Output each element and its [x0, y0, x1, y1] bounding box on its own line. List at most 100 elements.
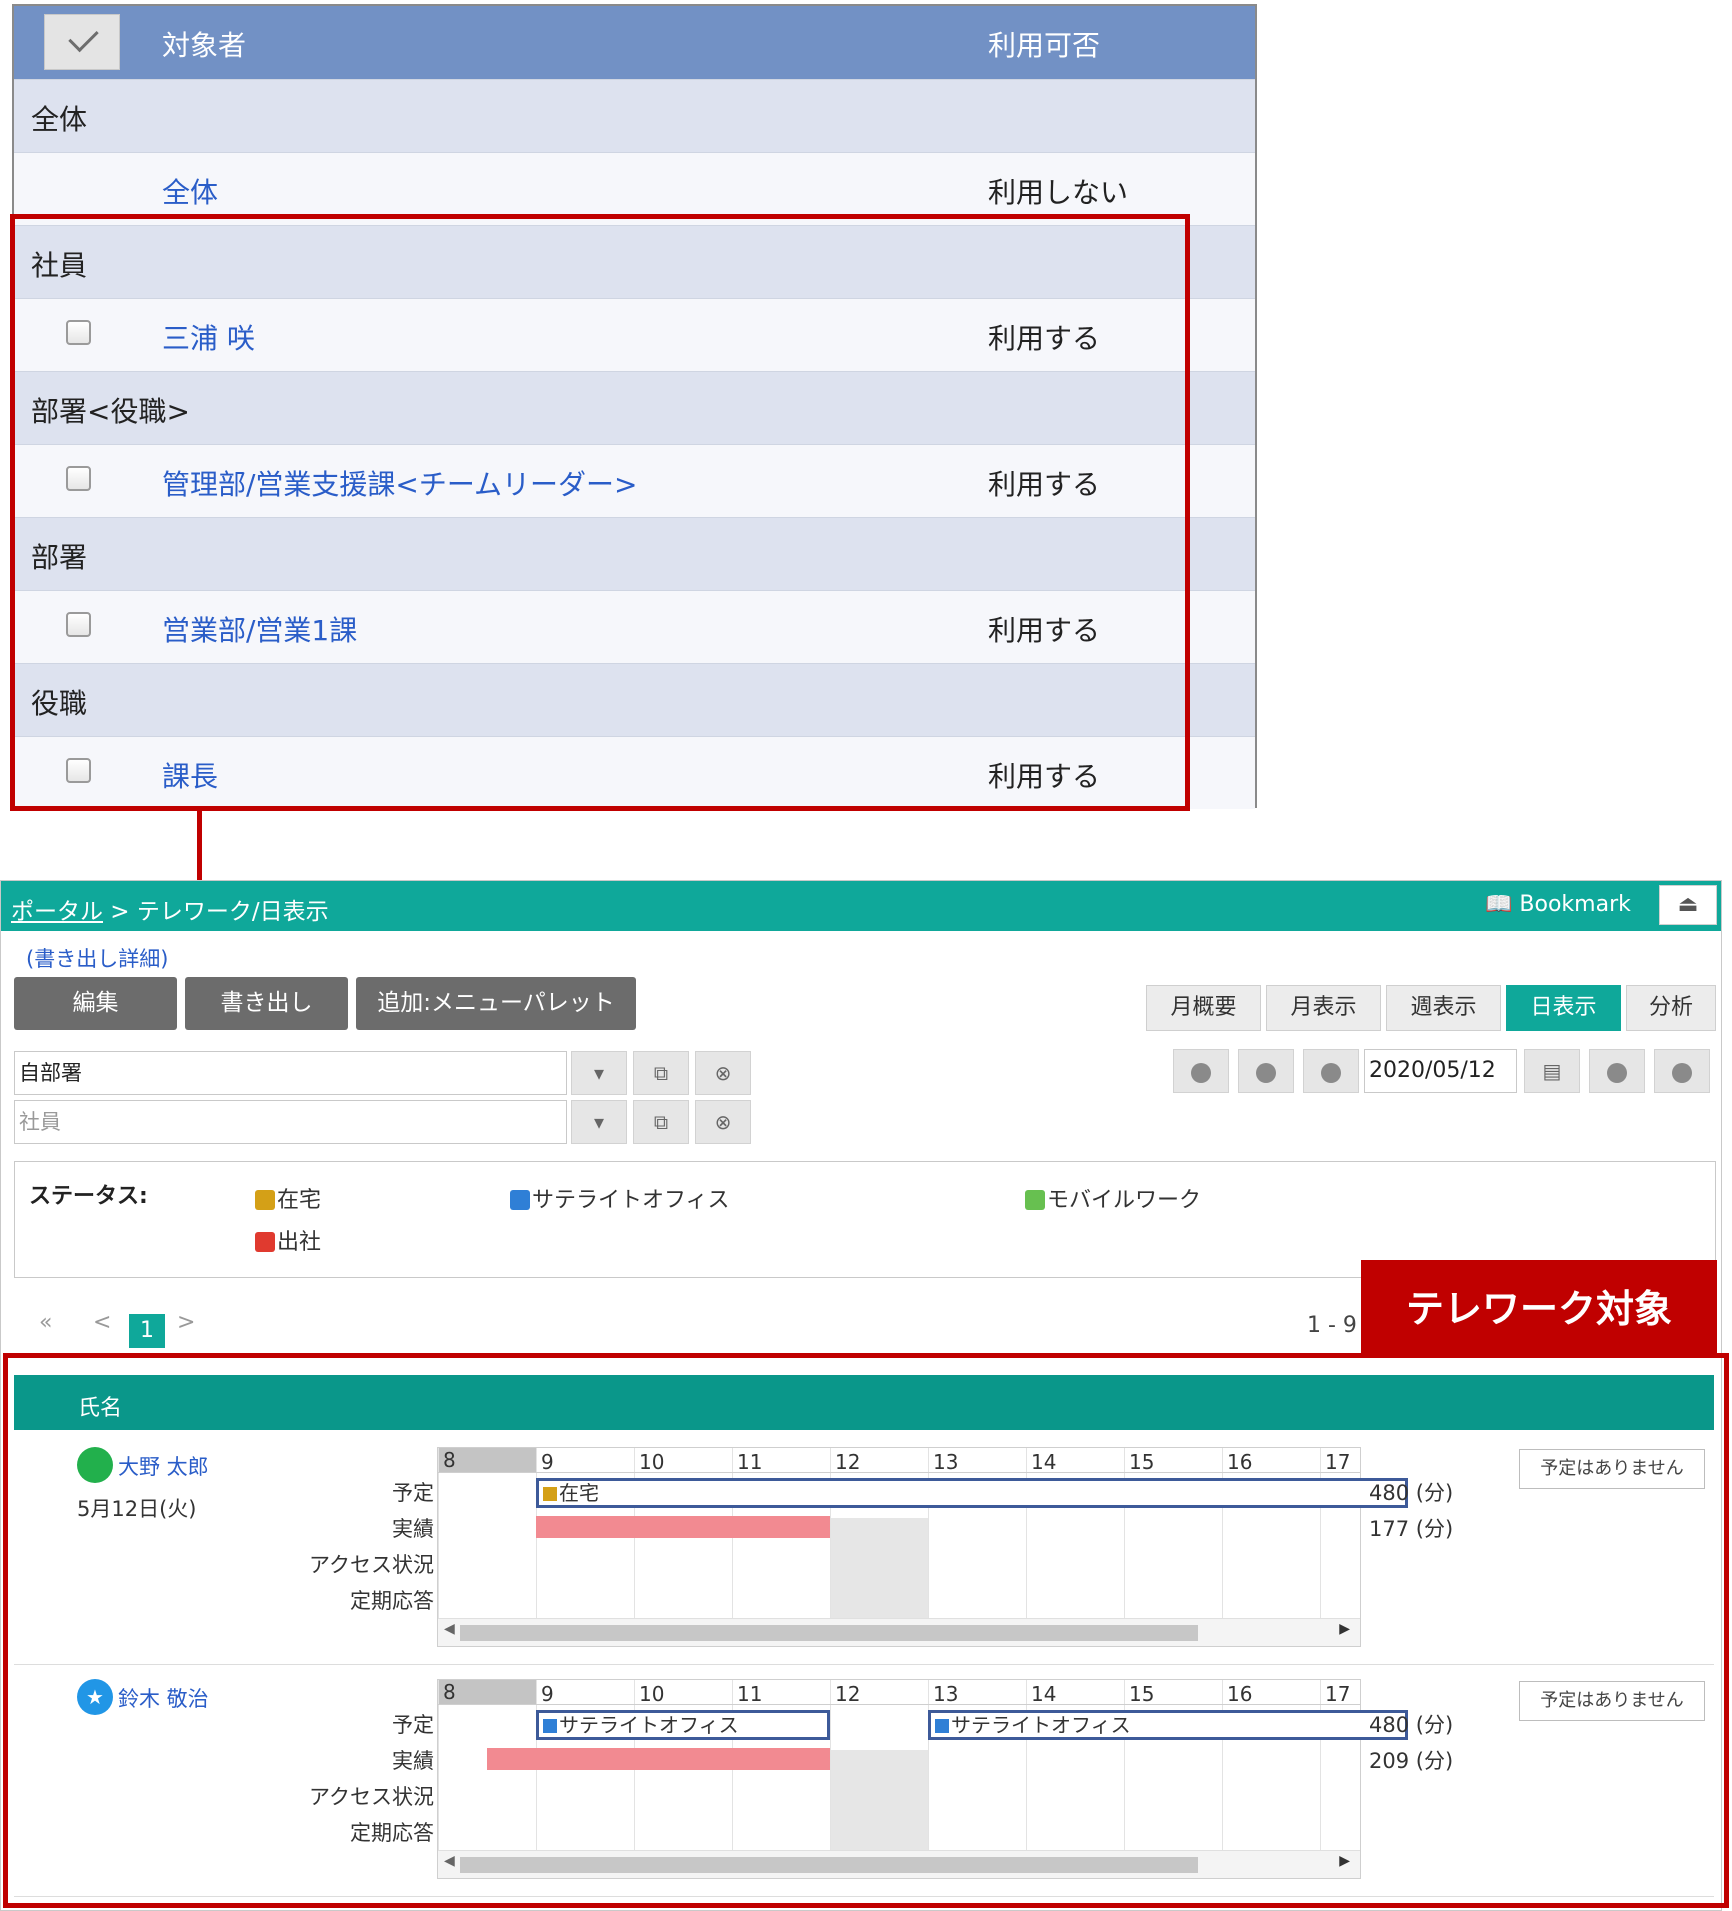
chevron-down-icon[interactable]: ▾ — [571, 1051, 627, 1095]
person-name-link[interactable]: 鈴木 敬治 — [118, 1683, 209, 1713]
hour-label: 10 — [639, 1682, 665, 1706]
prev-day-icon[interactable] — [1303, 1049, 1359, 1093]
prev-page-button[interactable]: < — [93, 1310, 111, 1335]
hour-label: 12 — [835, 1682, 861, 1706]
table-row: 課長 利用する — [14, 736, 1255, 809]
hour-label: 14 — [1031, 1682, 1057, 1706]
plan-label: 在宅 — [559, 1481, 599, 1505]
scroll-thumb[interactable] — [460, 1857, 1198, 1873]
target-link[interactable]: 全体 — [162, 171, 218, 211]
scroll-left-icon[interactable]: ◀ — [444, 1621, 455, 1637]
book-icon: 📖 — [1485, 892, 1513, 917]
status-swatch — [543, 1487, 557, 1501]
group-row: 部署<役職> — [14, 371, 1255, 444]
hour-column: 16 — [1222, 1448, 1320, 1618]
row-label-response: 定期応答 — [350, 1589, 434, 1613]
export-button[interactable]: 書き出し — [185, 977, 348, 1030]
next-day-icon[interactable] — [1589, 1049, 1645, 1093]
add-menu-palette-button[interactable]: 追加:メニューパレット — [356, 977, 636, 1030]
timeline[interactable]: 8 9 10 11 12 13 14 15 16 17 サテライトオフィス サテライトオフィス ◀ ▶ — [437, 1679, 1409, 1879]
export-detail-link[interactable]: (書き出し詳細) — [26, 943, 168, 973]
first-page-button[interactable]: « — [39, 1310, 52, 1335]
copy-icon[interactable]: ⧉ — [633, 1051, 689, 1095]
breadcrumb-portal-link[interactable]: ポータル — [11, 899, 103, 925]
edit-button[interactable]: 編集 — [14, 977, 177, 1030]
legend-office: 出社 — [255, 1224, 321, 1256]
row-checkbox[interactable] — [66, 612, 91, 637]
tab-month[interactable]: 月表示 — [1266, 985, 1381, 1031]
target-column-header: 対象者 — [162, 29, 247, 62]
timeline[interactable]: 8 9 10 11 12 13 14 15 16 17 在宅 ◀ ▶ — [437, 1447, 1409, 1647]
plan-bar[interactable]: 在宅 — [536, 1478, 1409, 1508]
hour-column: 8 — [438, 1448, 537, 1618]
row-checkbox[interactable] — [66, 466, 91, 491]
current-page[interactable]: 1 — [129, 1314, 165, 1348]
check-all-button[interactable] — [44, 14, 120, 70]
hour-label: 9 — [541, 1682, 554, 1706]
legend-swatch — [255, 1190, 275, 1210]
tab-analysis[interactable]: 分析 — [1626, 985, 1716, 1031]
hour-label: 8 — [439, 1680, 537, 1704]
employee-select[interactable]: 社員 — [14, 1100, 567, 1144]
horizontal-scrollbar[interactable]: ◀ ▶ — [438, 1850, 1360, 1878]
clear-icon[interactable]: ⊗ — [695, 1051, 751, 1095]
star-icon: ★ — [77, 1679, 113, 1715]
plan-bar[interactable]: サテライトオフィス — [928, 1710, 1409, 1740]
hour-label: 12 — [835, 1450, 861, 1474]
tab-month-summary[interactable]: 月概要 — [1146, 985, 1261, 1031]
clear-icon[interactable]: ⊗ — [695, 1100, 751, 1144]
row-checkbox[interactable] — [66, 320, 91, 345]
target-link[interactable]: 課長 — [162, 755, 218, 795]
group-row: 全体 — [14, 79, 1255, 152]
hour-label: 14 — [1031, 1450, 1057, 1474]
person-row: ★ 鈴木 敬治 予定 実績 アクセス状況 定期応答 8 9 10 11 12 13 14 15… — [14, 1669, 1714, 1897]
scroll-thumb[interactable] — [460, 1625, 1198, 1641]
target-link[interactable]: 管理部/営業支援課<チームリーダー> — [162, 463, 638, 503]
status-swatch — [543, 1719, 557, 1733]
row-checkbox[interactable] — [66, 758, 91, 783]
next-month-icon[interactable] — [1654, 1049, 1710, 1093]
plan-bar[interactable]: サテライトオフィス — [536, 1710, 830, 1740]
department-select[interactable]: 自部署 — [14, 1051, 567, 1095]
group-row: 社員 — [14, 225, 1255, 298]
copy-icon[interactable]: ⧉ — [633, 1100, 689, 1144]
breadcrumb-current: テレワーク/日表示 — [136, 899, 329, 925]
bookmark-button[interactable]: 📖 Bookmark — [1485, 892, 1631, 917]
horizontal-scrollbar[interactable]: ◀ ▶ — [438, 1618, 1360, 1646]
tab-day[interactable]: 日表示 — [1506, 985, 1621, 1031]
next-page-button[interactable]: > — [177, 1310, 195, 1335]
status-dot-icon — [77, 1447, 113, 1483]
group-title: 全体 — [31, 103, 88, 136]
tab-week[interactable]: 週表示 — [1386, 985, 1501, 1031]
person-name-link[interactable]: 大野 太郎 — [118, 1451, 209, 1481]
hour-column: 13 — [928, 1680, 1026, 1850]
status-label: ステータス: — [29, 1184, 148, 1209]
record-count: 1 - 9 — [1307, 1313, 1357, 1338]
row-label-actual: 実績 — [392, 1749, 434, 1773]
person-row: 大野 太郎 5月12日(火) 予定 実績 アクセス状況 定期応答 8 9 10 11 1… — [14, 1437, 1714, 1665]
eject-icon[interactable]: ⏏ — [1659, 885, 1717, 925]
legend-home: 在宅 — [255, 1182, 321, 1214]
target-link[interactable]: 営業部/営業1課 — [162, 609, 357, 649]
prev-month-icon[interactable] — [1238, 1049, 1294, 1093]
hour-column: 15 — [1124, 1448, 1222, 1618]
plan-minutes: 480 (分) — [1369, 1713, 1454, 1737]
target-link[interactable]: 三浦 咲 — [162, 317, 255, 357]
hour-label: 11 — [737, 1450, 763, 1474]
scroll-right-icon[interactable]: ▶ — [1339, 1621, 1350, 1637]
hour-label: 15 — [1129, 1450, 1155, 1474]
prev-year-icon[interactable] — [1173, 1049, 1229, 1093]
hour-label: 11 — [737, 1682, 763, 1706]
hour-label: 8 — [439, 1448, 537, 1472]
hour-column: 12 — [830, 1680, 928, 1850]
no-schedule-note: 予定はありません — [1519, 1449, 1705, 1489]
no-schedule-note: 予定はありません — [1519, 1681, 1705, 1721]
scroll-left-icon[interactable]: ◀ — [444, 1853, 455, 1869]
row-label-actual: 実績 — [392, 1517, 434, 1541]
chevron-down-icon[interactable]: ▾ — [571, 1100, 627, 1144]
calendar-icon[interactable]: ▤ — [1524, 1049, 1580, 1093]
hour-label: 9 — [541, 1450, 554, 1474]
availability-value: 利用する — [988, 614, 1101, 647]
scroll-right-icon[interactable]: ▶ — [1339, 1853, 1350, 1869]
date-input[interactable]: 2020/05/12 — [1364, 1049, 1517, 1093]
